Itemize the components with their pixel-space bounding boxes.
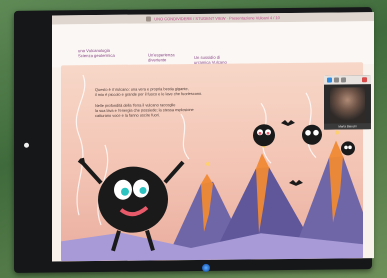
link-vulcanologia[interactable]: una Vulcanologia Scienza geotermica [78, 48, 115, 58]
bat-icon [289, 179, 303, 186]
video-call-tile[interactable]: Marta Bianchi [324, 75, 371, 130]
link-row: una Vulcanologia Scienza geotermica Un'e… [52, 21, 374, 68]
bat-icon [281, 119, 295, 127]
mic-icon[interactable] [334, 77, 339, 83]
participant-name: Marta Bianchi [324, 123, 371, 130]
participant-video [330, 87, 365, 124]
link-text: divertente [148, 57, 167, 63]
app-icon [146, 16, 152, 22]
link-text: Scienza geotermica [78, 52, 115, 59]
volcano-scene-slide: Questo è il Vulcano: una vera e propria … [61, 62, 363, 262]
paragraph-intro: Questo è il Vulcano: una vera e propria … [95, 86, 202, 97]
small-black-creature [302, 124, 322, 145]
small-black-creature [253, 124, 275, 147]
paragraph-line: catturano voce e la fanno uscire fuori. [95, 112, 160, 119]
share-icon[interactable] [341, 77, 346, 83]
power-indicator-icon [202, 263, 210, 272]
display-monitor: UNO CONDIVIDERE / STUDENT VIEW · Present… [14, 7, 374, 273]
camera-icon[interactable] [327, 77, 332, 83]
small-black-creature [341, 141, 355, 156]
presentation-screen: UNO CONDIVIDERE / STUDENT VIEW · Present… [52, 12, 374, 262]
video-toolbar [324, 75, 371, 85]
paragraph-body: Nelle profondità della Terra il vulcano … [95, 102, 194, 118]
left-side-control-icon[interactable] [24, 142, 29, 148]
window-title: UNO CONDIVIDERE / STUDENT VIEW · Present… [154, 15, 280, 22]
end-call-icon[interactable] [362, 77, 367, 83]
link-esperienza[interactable]: Un'esperienza divertente [148, 52, 175, 62]
